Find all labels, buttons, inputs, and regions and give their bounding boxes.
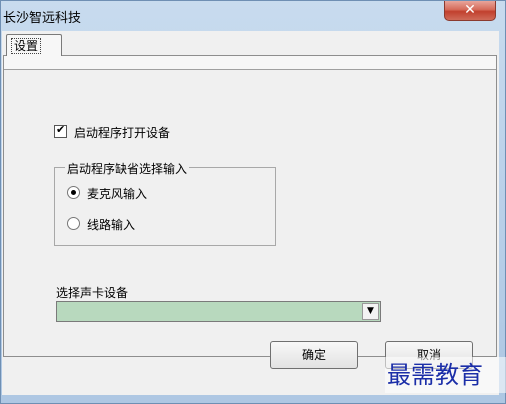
sound-card-label: 选择声卡设备	[56, 286, 129, 300]
radio-microphone[interactable]	[67, 186, 80, 199]
close-icon: ✕	[464, 2, 476, 18]
client-area: 设置 启动程序打开设备 启动程序缺省选择输入 麦克风输入 线路输入 选择声卡设备	[2, 31, 499, 395]
panel-header-strip	[4, 56, 496, 70]
default-input-group-title: 启动程序缺省选择输入	[65, 160, 190, 177]
radio-microphone-label: 麦克风输入	[87, 187, 148, 201]
open-device-label: 启动程序打开设备	[74, 126, 171, 140]
dropdown-arrow-icon[interactable]: ▼	[362, 303, 379, 320]
title-bar[interactable]: 长沙智远科技 ✕	[1, 1, 505, 31]
watermark-logo: 最需教育	[385, 357, 506, 393]
close-button[interactable]: ✕	[444, 1, 496, 21]
radio-line-in[interactable]	[67, 217, 80, 230]
sound-card-select[interactable]: ▼	[56, 301, 381, 322]
settings-panel: 启动程序打开设备 启动程序缺省选择输入 麦克风输入 线路输入 选择声卡设备 ▼	[3, 55, 497, 357]
tab-settings[interactable]: 设置	[6, 34, 62, 56]
default-input-group: 启动程序缺省选择输入 麦克风输入 线路输入	[54, 160, 276, 246]
window-title: 长沙智远科技	[3, 11, 82, 26]
open-device-checkbox[interactable]	[54, 123, 67, 138]
ok-button[interactable]: 确定	[270, 341, 358, 369]
dialog-window: 长沙智远科技 ✕ 设置 启动程序打开设备 启动程序缺省选择输入 麦克风输入	[0, 0, 506, 404]
radio-line-in-label: 线路输入	[87, 218, 136, 232]
tab-settings-label: 设置	[11, 38, 42, 54]
